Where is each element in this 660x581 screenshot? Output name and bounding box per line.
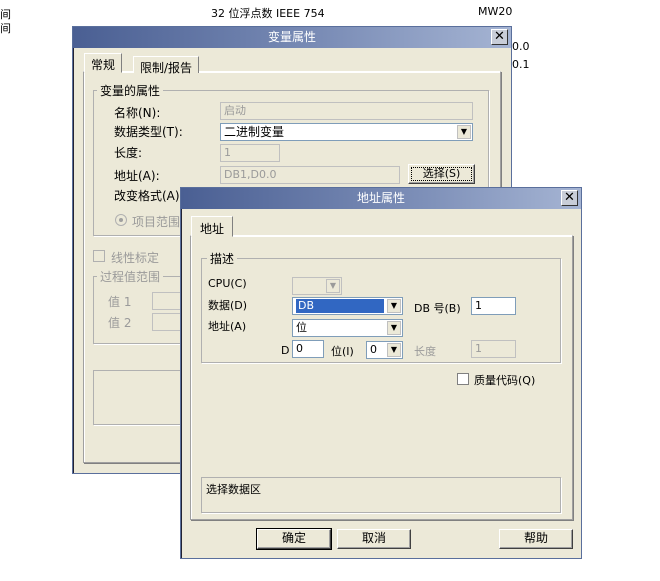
linear-scale-checkbox[interactable] [93,250,105,262]
address-label: 地址(A): [114,169,160,183]
ok-button[interactable]: 确定 [256,528,332,550]
group-title: 变量的属性 [97,82,164,99]
address-type-select[interactable]: 位 ▼ [292,319,403,337]
quality-code-checkbox[interactable] [457,373,469,385]
quality-code-label: 质量代码(Q) [474,374,536,387]
background-row-label: 间 [0,22,11,35]
linear-scale-label: 线性标定 [111,251,160,265]
tab-limits-report[interactable]: 限制/报告 [133,56,200,75]
data-value: DB [296,299,384,313]
d-offset-field[interactable]: 0 [292,340,324,358]
chevron-down-icon[interactable]: ▼ [387,299,401,313]
name-field[interactable]: 启动 [220,102,473,120]
cpu-label: CPU(C) [208,277,247,290]
length-label: 长度 [414,345,436,358]
value2-label: 值 2 [108,316,132,330]
format-label: 改变格式(A) [114,189,180,203]
tab-general[interactable]: 常规 [84,53,123,73]
project-range-label: 项目范围 [132,215,181,229]
data-select[interactable]: DB ▼ [292,297,403,315]
status-area: 选择数据区 [201,477,561,513]
cancel-button[interactable]: 取消 [337,529,411,549]
length-field[interactable]: 1 [471,340,516,358]
datatype-select[interactable]: 二进制变量 ▼ [220,123,473,141]
address-field[interactable]: DB1,D0.0 [220,166,400,184]
project-range-radio[interactable] [115,214,127,226]
process-range-title: 过程值范围 [97,268,164,285]
length-field[interactable]: 1 [220,144,280,162]
background-address: MW20 [478,5,513,18]
chevron-down-icon[interactable]: ▼ [387,343,401,357]
group-title: 描述 [207,250,238,267]
data-label: 数据(D) [208,299,248,312]
chevron-down-icon[interactable]: ▼ [326,279,340,293]
select-button[interactable]: 选择(S) [408,164,475,184]
cpu-select[interactable]: ▼ [292,277,342,295]
datatype-label: 数据类型(T): [114,125,183,139]
dialog-title: 变量属性 [267,30,316,44]
background-offset: 0.1 [512,58,530,71]
name-label: 名称(N): [114,106,161,120]
dialog-title: 地址属性 [356,191,405,205]
close-icon[interactable]: ✕ [491,29,508,45]
db-number-field[interactable]: 1 [471,297,516,315]
bit-label: 位(I) [331,345,354,358]
chevron-down-icon[interactable]: ▼ [457,125,471,139]
bit-value: 0 [370,343,377,356]
address-properties-titlebar: 地址属性 ✕ [181,188,581,209]
bit-select[interactable]: 0 ▼ [366,341,403,359]
value1-label: 值 1 [108,295,132,309]
db-number-label: DB 号(B) [414,302,461,315]
address-type-value: 位 [296,321,307,334]
variable-properties-titlebar: 变量属性 ✕ [73,27,511,48]
chevron-down-icon[interactable]: ▼ [387,321,401,335]
tab-address[interactable]: 地址 [191,216,234,237]
close-icon[interactable]: ✕ [561,190,578,206]
background-datatype: 32 位浮点数 IEEE 754 [211,7,325,20]
address-label: 地址(A) [208,320,247,333]
status-text: 选择数据区 [206,483,261,496]
length-label: 长度: [114,146,143,160]
address-properties-dialog: 地址属性 ✕ 地址 描述 CPU(C) ▼ 数据(D) DB ▼ DB 号(B)… [180,187,582,559]
datatype-value: 二进制变量 [224,125,285,139]
background-offset: 0.0 [512,40,530,53]
help-button[interactable]: 帮助 [499,529,573,549]
d-label: D [281,344,290,357]
